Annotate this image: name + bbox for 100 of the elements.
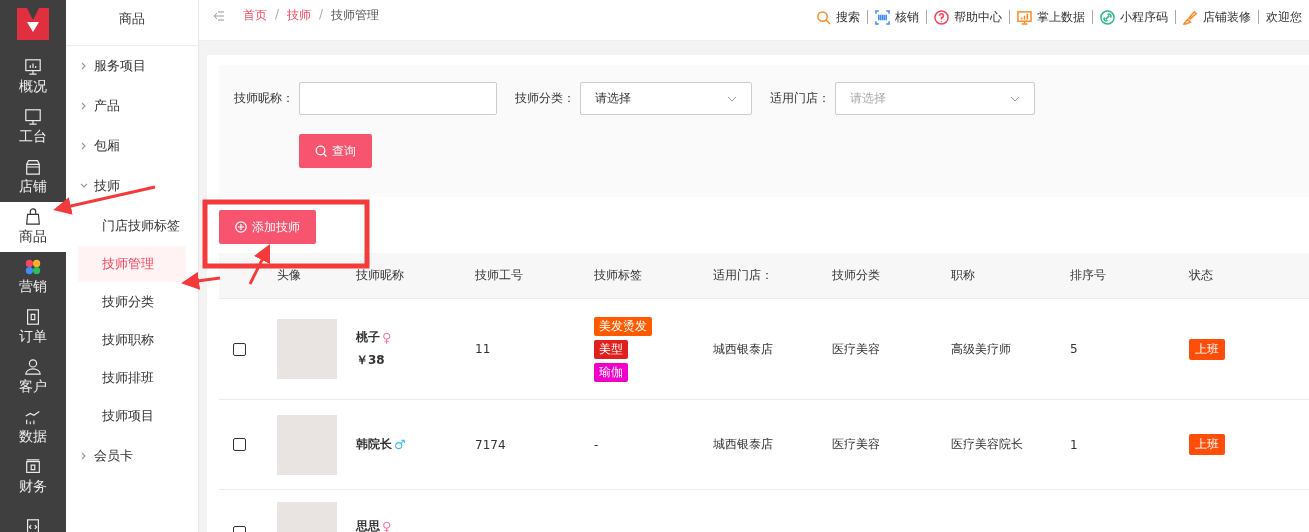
filter-label: 技师分类： — [515, 90, 575, 107]
checkbox[interactable] — [233, 342, 246, 356]
status-badge: 上班 — [1189, 338, 1225, 360]
menu-item[interactable]: 包厢 — [66, 126, 198, 166]
filter-label: 技师昵称： — [234, 90, 294, 107]
submenu-item[interactable]: 技师排班 — [78, 360, 186, 396]
rail-item[interactable]: 商品 — [0, 202, 66, 252]
gender-symbol: ♀ — [382, 519, 392, 532]
plus-circle-icon — [235, 221, 247, 233]
breadcrumb-separator: / — [319, 7, 324, 23]
rail-item[interactable]: 店铺 — [0, 152, 66, 202]
submenu-item[interactable]: 技师分类 — [78, 284, 186, 320]
rail-item[interactable]: 数据 — [0, 402, 66, 452]
caret-icon — [727, 95, 737, 102]
rail-item[interactable]: 订单 — [0, 302, 66, 352]
table-cell-text: 1 — [1070, 437, 1079, 452]
table-cell-text: 高级美疗师 — [951, 340, 1012, 358]
tag: 美型 — [594, 339, 628, 359]
store-icon — [24, 158, 42, 176]
table-cell-text: - — [594, 437, 600, 452]
link-icon — [1100, 9, 1115, 25]
menu-item[interactable]: 产品 — [66, 86, 198, 126]
table-cell-text: 5 — [1070, 342, 1079, 356]
rail-item[interactable]: 概况 — [0, 52, 66, 102]
scan-icon — [875, 9, 890, 25]
column-header: 适用门店： — [713, 267, 774, 284]
menu-item[interactable]: 技师 — [66, 166, 198, 206]
brush-icon — [1183, 9, 1198, 25]
collapse-icon[interactable] — [213, 11, 225, 21]
column-header: 排序号 — [1070, 267, 1107, 284]
rail-item[interactable]: 营销 — [0, 252, 66, 302]
annotation-arrow — [248, 243, 270, 285]
photo-placeholder — [277, 414, 337, 475]
chevron-icon — [80, 62, 88, 70]
logo-icon — [15, 6, 51, 42]
menu-item[interactable]: 服务项目 — [66, 46, 198, 86]
toolbar-link[interactable]: 核销 — [867, 10, 926, 24]
input-field[interactable] — [299, 82, 497, 115]
submenu-item[interactable]: 门店技师标签 — [78, 208, 186, 244]
caret-icon — [1010, 95, 1020, 102]
table-cell-text: 医疗美容院长 — [951, 436, 1024, 453]
table-cell: 韩院长 — [356, 436, 392, 453]
toolbar-link[interactable]: 搜索 — [809, 10, 867, 24]
table-cell: 思思 — [356, 518, 380, 532]
toolbar-link[interactable]: 掌上数据 — [1009, 10, 1092, 24]
checkbox[interactable] — [233, 438, 246, 451]
wallet-icon — [24, 458, 42, 476]
chevron-icon — [80, 452, 88, 460]
chart-icon — [1017, 9, 1032, 25]
tag: 美发烫发 — [594, 316, 652, 336]
table-cell-text: 11 — [475, 342, 492, 356]
monitor-icon — [24, 108, 42, 126]
price: ￥38 — [356, 352, 386, 369]
menu-item[interactable]: 会员卡 — [66, 436, 198, 476]
user-icon — [24, 358, 42, 376]
column-header: 职称 — [951, 267, 976, 284]
photo-placeholder — [277, 319, 337, 379]
select-field[interactable]: 请选择 — [580, 82, 752, 115]
breadcrumb-separator: / — [275, 7, 280, 23]
table-cell-text: 医疗美容 — [832, 436, 881, 453]
table-cell: 桃子 — [356, 329, 380, 346]
chart-monitor-icon — [24, 58, 42, 76]
doc-icon — [24, 308, 42, 326]
chevron-icon — [80, 102, 88, 110]
breadcrumb-link[interactable]: 技师管理 — [331, 7, 380, 24]
tag: 瑜伽 — [594, 362, 628, 382]
search-icon — [315, 145, 327, 157]
gender-symbol: ♀ — [382, 330, 392, 345]
chevron-icon — [80, 182, 88, 190]
gender-symbol: ♂ — [394, 437, 406, 452]
annotation-arrow — [181, 271, 221, 290]
rail-item[interactable]: 工台 — [0, 102, 66, 152]
search-icon — [816, 9, 831, 25]
submenu-item[interactable]: 技师职称 — [78, 322, 186, 358]
submenu-item[interactable]: 技师项目 — [78, 398, 186, 434]
menu-title: 商品 — [66, 0, 198, 46]
bars-icon — [24, 408, 42, 426]
code-icon — [24, 518, 42, 532]
breadcrumb-link[interactable]: 首页 — [243, 7, 267, 24]
toolbar-link[interactable]: 帮助中心 — [926, 10, 1009, 24]
status-badge: 上班 — [1189, 434, 1225, 455]
column-header: 技师工号 — [475, 267, 524, 284]
toolbar-link[interactable]: 欢迎您 — [1258, 10, 1309, 24]
column-header: 技师分类 — [832, 267, 881, 284]
dots-icon — [24, 258, 42, 276]
rail-item[interactable]: 财务 — [0, 452, 66, 502]
help-icon — [934, 9, 949, 25]
table-cell-text: 7174 — [475, 437, 507, 452]
bag-icon — [24, 208, 42, 226]
toolbar-link[interactable]: 小程序码 — [1092, 10, 1175, 24]
toolbar-link[interactable]: 店铺装修 — [1175, 10, 1258, 24]
chevron-icon — [80, 142, 88, 150]
table-cell-text: 城西银泰店 — [713, 436, 774, 453]
table-cell-text: 城西银泰店 — [713, 340, 774, 358]
column-header: 技师昵称 — [356, 267, 405, 284]
table-cell-text: 医疗美容 — [832, 340, 881, 358]
filter-label: 适用门店： — [770, 90, 830, 107]
breadcrumb-link[interactable]: 技师 — [287, 7, 312, 24]
column-header: 头像 — [277, 267, 302, 284]
rail-item[interactable]: 客户 — [0, 352, 66, 402]
